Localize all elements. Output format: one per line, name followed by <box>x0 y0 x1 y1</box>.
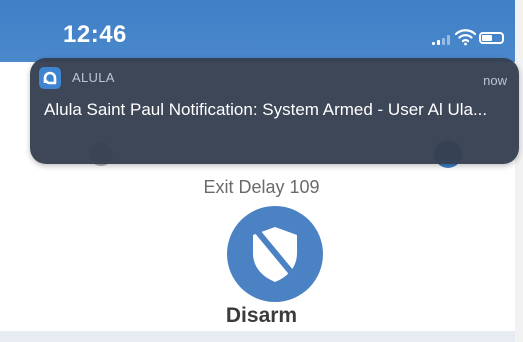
disarm-button[interactable] <box>227 206 323 302</box>
status-time: 12:46 <box>63 21 127 48</box>
exit-delay-countdown: Exit Delay 109 <box>203 177 320 197</box>
status-bar: 12:46 <box>0 0 515 62</box>
push-notification-banner[interactable]: ALULA now Alula Saint Paul Notification:… <box>30 58 519 164</box>
bottom-panel-edge <box>0 331 515 342</box>
notification-app-name: ALULA <box>72 70 115 85</box>
notification-time: now <box>483 73 507 88</box>
disarm-label[interactable]: Disarm <box>0 304 523 328</box>
screenshot-right-edge <box>515 0 523 342</box>
alula-logo-icon <box>39 67 61 89</box>
signal-icon <box>432 35 454 45</box>
shield-slash-icon <box>253 227 298 282</box>
notification-message: Alula Saint Paul Notification: System Ar… <box>44 100 488 119</box>
wifi-icon <box>455 29 476 46</box>
battery-icon <box>479 32 504 44</box>
